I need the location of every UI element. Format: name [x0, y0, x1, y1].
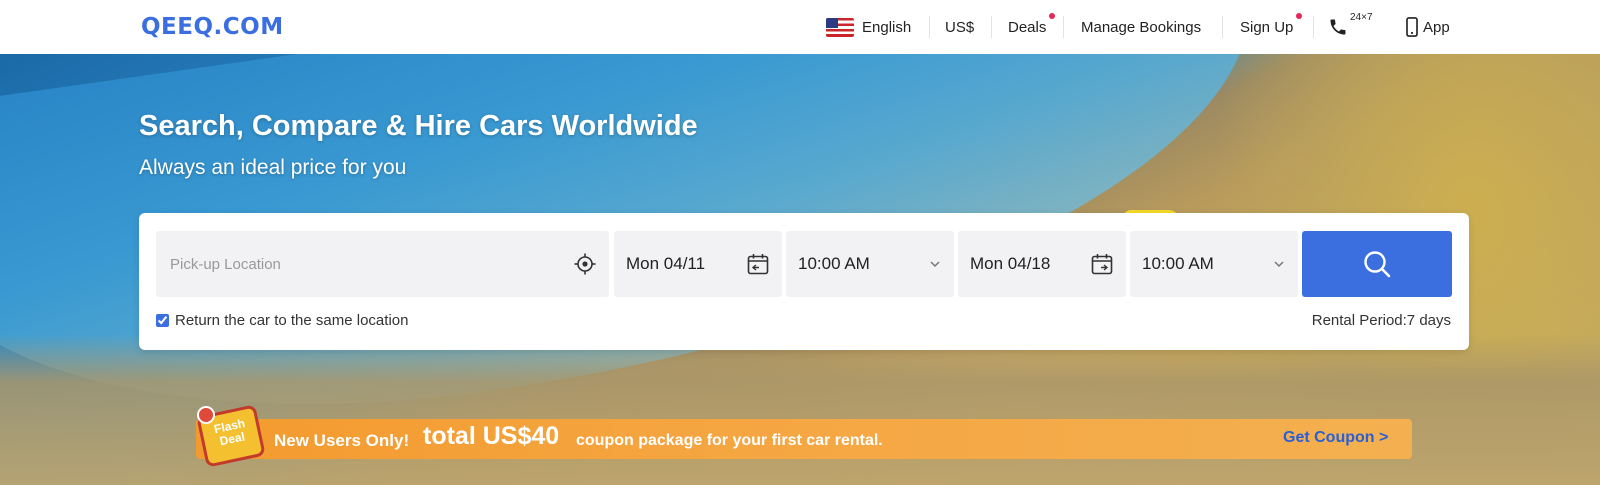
nav-divider — [991, 16, 992, 38]
pickup-date-value: Mon 04/11 — [626, 254, 706, 273]
support-phone[interactable]: 24×7 — [1328, 0, 1374, 54]
locate-me-icon[interactable] — [573, 252, 597, 276]
clock-icon — [197, 406, 215, 424]
currency-label: US$ — [945, 18, 975, 36]
manage-bookings-link[interactable]: Manage Bookings — [1081, 0, 1201, 54]
nav-divider — [1063, 16, 1064, 38]
chevron-down-icon — [930, 261, 940, 268]
pickup-location-field[interactable] — [156, 231, 609, 297]
promo-tail-text: coupon package for your first car rental… — [576, 432, 883, 449]
return-same-location-label: Return the car to the same location — [175, 312, 409, 329]
calendar-dropoff-icon — [1091, 254, 1113, 275]
search-icon — [1364, 251, 1391, 278]
sign-up-notification-dot — [1296, 13, 1302, 19]
hero-title: Search, Compare & Hire Cars Worldwide — [139, 110, 698, 142]
pickup-time-value: 10:00 AM — [798, 254, 870, 273]
phone-icon — [1330, 19, 1346, 35]
dropoff-date-field[interactable]: Mon 04/18 — [958, 231, 1126, 297]
dropoff-date-value: Mon 04/18 — [970, 254, 1051, 273]
mobile-icon — [1406, 17, 1418, 37]
chevron-down-icon — [1274, 261, 1284, 268]
car-search-panel: Mon 04/11 10:00 AM Mon 04/18 10:00 AM — [139, 213, 1469, 350]
sign-up-label: Sign Up — [1240, 18, 1294, 36]
top-header: QEEQ.COM English US$ Deals Manage Bookin… — [0, 0, 1600, 54]
pickup-date-field[interactable]: Mon 04/11 — [614, 231, 782, 297]
return-same-location-checkbox[interactable] — [156, 314, 169, 327]
return-same-location-option[interactable]: Return the car to the same location — [156, 312, 408, 329]
app-label: App — [1423, 18, 1450, 36]
nav-divider — [1313, 16, 1314, 38]
hero-subtitle: Always an ideal price for you — [139, 156, 407, 179]
promo-amount-text: total US$40 — [423, 422, 560, 450]
currency-selector[interactable]: US$ — [945, 0, 974, 54]
deals-notification-dot — [1049, 13, 1055, 19]
manage-bookings-label: Manage Bookings — [1081, 18, 1202, 36]
flash-deal-badge: Flash Deal — [193, 404, 269, 468]
us-flag-icon — [826, 17, 854, 37]
promo-lead-text: New Users Only! — [274, 431, 410, 450]
dropoff-time-select[interactable]: 10:00 AM — [1130, 231, 1298, 297]
language-selector[interactable]: English — [826, 0, 911, 54]
app-link[interactable]: App — [1405, 0, 1450, 54]
rental-period-text: Rental Period:7 days — [1311, 312, 1451, 329]
language-label: English — [862, 18, 912, 36]
calendar-pickup-icon — [747, 254, 769, 275]
search-button[interactable] — [1302, 231, 1452, 297]
pickup-time-select[interactable]: 10:00 AM — [786, 231, 954, 297]
deals-link[interactable]: Deals — [1008, 0, 1055, 54]
get-coupon-link[interactable]: Get Coupon > — [1283, 429, 1388, 447]
pickup-location-input[interactable] — [170, 255, 560, 273]
nav-divider — [929, 16, 930, 38]
nav-divider — [1222, 16, 1223, 38]
deals-label: Deals — [1008, 18, 1047, 36]
sign-up-link[interactable]: Sign Up — [1240, 0, 1302, 54]
top-nav: English US$ Deals Manage Bookings Sign U… — [0, 0, 1600, 54]
dropoff-time-value: 10:00 AM — [1142, 254, 1214, 273]
support-hours-label: 24×7 — [1350, 12, 1373, 23]
